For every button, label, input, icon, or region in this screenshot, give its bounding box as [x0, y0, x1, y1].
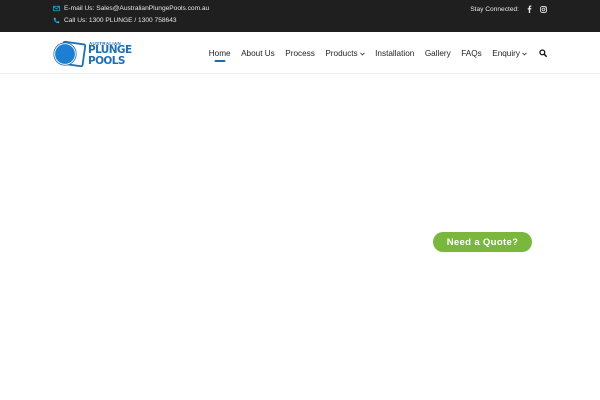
instagram-icon[interactable] [539, 5, 547, 13]
nav-installation[interactable]: Installation [375, 32, 414, 74]
logo-line1: PLUNGE [88, 44, 132, 56]
top-bar: E-mail Us: Sales@AustralianPlungePools.c… [0, 0, 600, 32]
email-text: E-mail Us: Sales@AustralianPlungePools.c… [64, 5, 210, 12]
envelope-icon [53, 5, 60, 12]
nav-home[interactable]: Home [209, 32, 231, 74]
stay-connected-label: Stay Connected: [470, 5, 519, 13]
email-contact[interactable]: E-mail Us: Sales@AustralianPlungePools.c… [53, 5, 209, 12]
search-button[interactable] [539, 32, 547, 74]
logo-line2: POOLS [88, 55, 125, 67]
site-header: AUSTRALIAN PLUNGE POOLS Home About Us Pr… [0, 32, 600, 74]
nav-gallery[interactable]: Gallery [425, 32, 451, 74]
nav-enquiry[interactable]: Enquiry [492, 32, 527, 74]
chevron-down-icon [522, 49, 527, 58]
logo[interactable]: AUSTRALIAN PLUNGE POOLS [53, 39, 138, 69]
logo-pool-icon [53, 40, 87, 68]
phone-text: Call Us: 1300 PLUNGE / 1300 758643 [64, 17, 177, 24]
chevron-down-icon [359, 49, 365, 58]
need-a-quote-button[interactable]: Need a Quote? [433, 232, 532, 252]
nav-about-us[interactable]: About Us [241, 32, 275, 74]
facebook-icon[interactable] [525, 5, 533, 13]
nav-faqs[interactable]: FAQs [461, 32, 481, 74]
phone-contact[interactable]: Call Us: 1300 PLUNGE / 1300 758643 [53, 17, 177, 24]
social-links: Stay Connected: [470, 5, 547, 13]
main-nav: Home About Us Process Products Installat… [198, 32, 547, 74]
nav-process[interactable]: Process [285, 32, 315, 74]
nav-products[interactable]: Products [325, 32, 365, 74]
search-icon [539, 44, 547, 62]
nav-enquiry-label: Enquiry [492, 48, 520, 58]
phone-icon [53, 17, 60, 24]
nav-products-label: Products [325, 48, 358, 58]
